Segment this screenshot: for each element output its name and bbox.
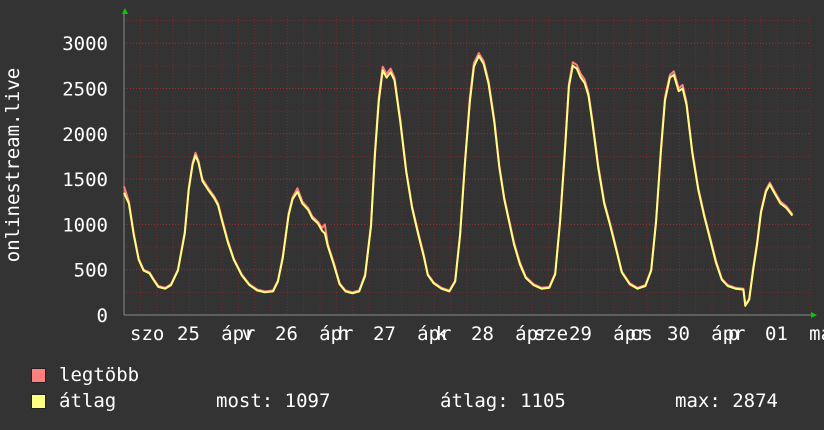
- x-tick-label: k: [436, 323, 448, 345]
- x-axis-arrow-icon: [811, 312, 817, 318]
- legend-item-atlag: átlag most: 1097 átlag: 1105 max: 2874: [30, 388, 820, 414]
- legend-swatch-atlag: [31, 394, 46, 409]
- x-tick-label: 29: [569, 323, 592, 345]
- y-tick-label: 3000: [62, 33, 108, 55]
- x-tick-label: 27: [373, 323, 396, 345]
- x-tick-label: szo: [130, 323, 164, 345]
- stat-max: max: 2874: [675, 390, 778, 412]
- x-tick-label: sze: [534, 323, 568, 345]
- x-tick-labels: szo 25 áprv 26 áprh 27 áprk 28 áprsze 29 áprcs 30 áp…: [130, 323, 824, 345]
- series-line-0: [123, 52, 794, 306]
- y-tick-label: 500: [74, 260, 108, 282]
- x-tick-label: 28: [471, 323, 494, 345]
- line-chart: 050010001500200025003000 szo 25 áprv 26 áprh…: [2, 8, 824, 345]
- x-tick-label: má: [809, 323, 824, 345]
- x-tick-label: cs: [630, 323, 653, 345]
- x-tick-label: 25: [177, 323, 200, 345]
- y-axis-arrow-icon: [122, 8, 128, 14]
- y-tick-label: 0: [97, 305, 108, 327]
- y-tick-label: 1500: [62, 169, 108, 191]
- x-tick-label: 26: [275, 323, 298, 345]
- x-tick-label: 01: [765, 323, 788, 345]
- y-tick-label: 2500: [62, 78, 108, 100]
- legend-label-legtobb: legtöbb: [59, 364, 140, 386]
- series-lines: [123, 52, 794, 307]
- x-tick-label: v: [242, 323, 253, 345]
- grid: [123, 10, 814, 316]
- legend-swatch-legtobb: [31, 368, 46, 383]
- legend-label-atlag: átlag: [59, 390, 117, 412]
- y-tick-label: 2000: [62, 124, 108, 146]
- legend: legtöbb átlag most: 1097 átlag: 1105 max…: [30, 362, 820, 414]
- stat-most: most: 1097: [216, 390, 331, 412]
- x-tick-label: p: [728, 323, 739, 345]
- legend-item-legtobb: legtöbb: [30, 362, 820, 388]
- series-line-1: [123, 54, 794, 307]
- y-tick-labels: 0 500 1000 1500 2000 2500 3000: [62, 33, 108, 327]
- x-tick-label: 30: [667, 323, 690, 345]
- y-tick-label: 1000: [62, 214, 108, 236]
- x-tick-label: h: [338, 323, 349, 345]
- stat-atlag: átlag: 1105: [440, 390, 566, 412]
- y-axis-label: onlinestream.live: [2, 68, 24, 262]
